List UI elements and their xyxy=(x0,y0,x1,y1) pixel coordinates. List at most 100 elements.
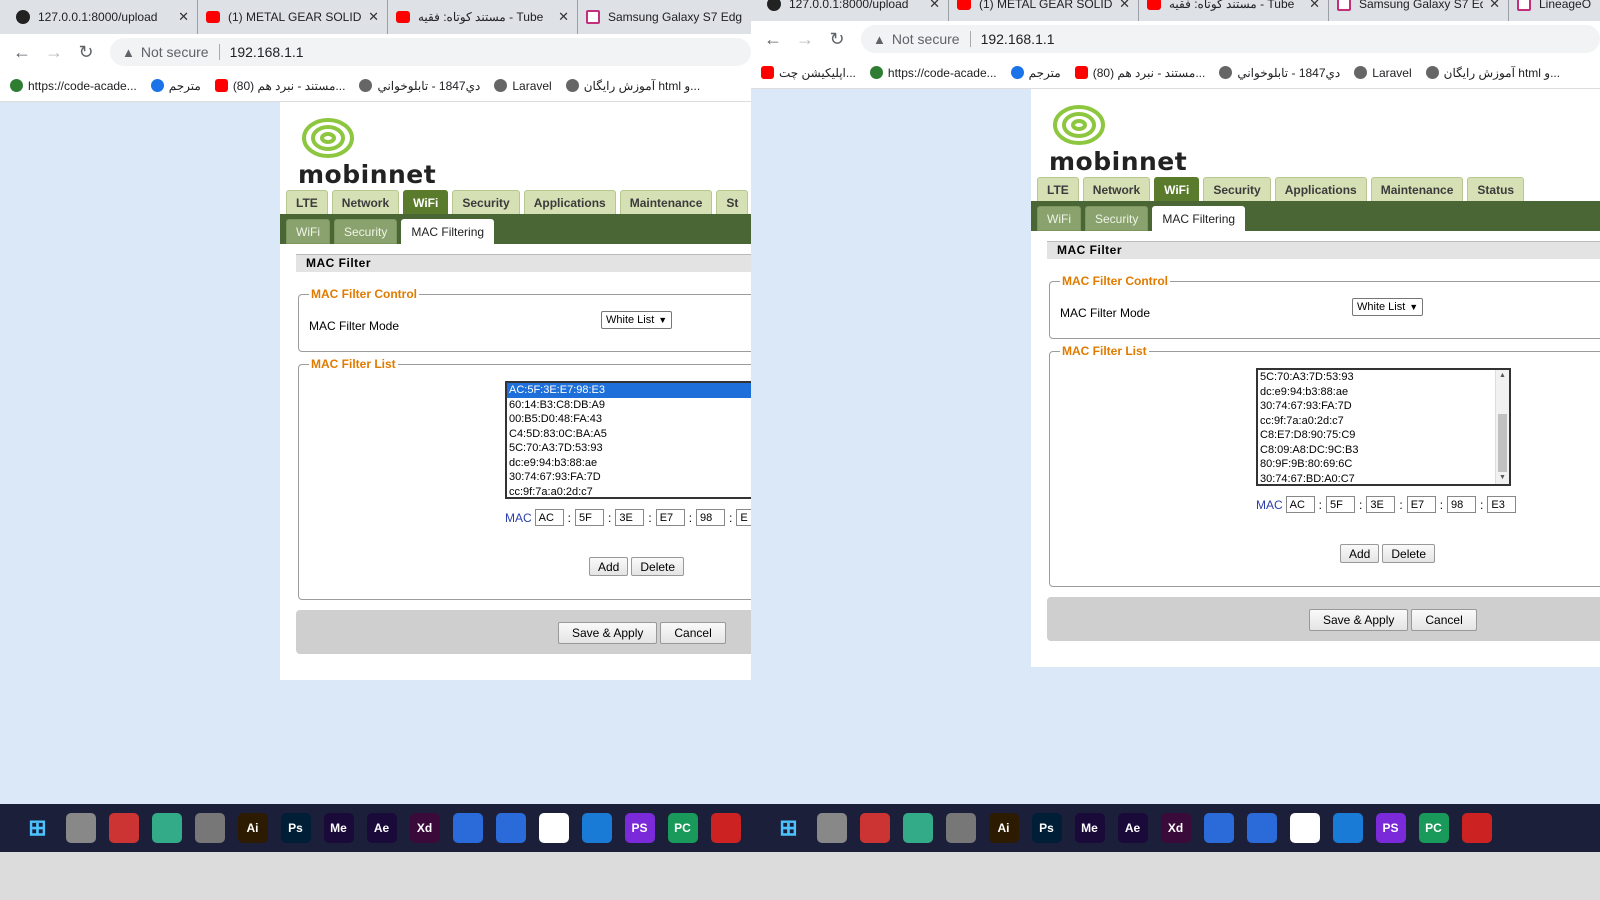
mail-icon[interactable] xyxy=(452,813,483,843)
list-item[interactable]: dc:e9:94:b3:88:ae xyxy=(1258,385,1509,400)
tab-applications[interactable]: Applications xyxy=(1274,177,1367,201)
illustrator-icon[interactable]: Ai xyxy=(237,813,268,843)
list-item[interactable]: 30:74:67:93:FA:7D xyxy=(507,470,751,485)
mac-octet-input[interactable]: 3E xyxy=(1366,496,1396,513)
mac-octet-input[interactable]: AC xyxy=(1285,496,1315,513)
url-text[interactable]: 192.168.1.1 xyxy=(230,44,304,60)
app-icon[interactable] xyxy=(108,813,139,843)
tab-wifi[interactable]: WiFi xyxy=(403,190,449,214)
mac-octet-input[interactable]: E7 xyxy=(1406,496,1436,513)
list-item[interactable]: 5C:70:A3:7D:53:93 xyxy=(507,441,751,456)
phpstorm-icon[interactable]: PS xyxy=(624,813,655,843)
scroll-down-icon[interactable]: ▼ xyxy=(1496,472,1509,484)
list-item[interactable]: 60:14:B3:C8:DB:A9 xyxy=(507,398,751,413)
illustrator-icon[interactable]: Ai xyxy=(988,813,1019,843)
tab-status[interactable]: St xyxy=(716,190,749,214)
tab-status[interactable]: Status xyxy=(1467,177,1525,201)
subtab-mac-filtering[interactable]: MAC Filtering xyxy=(1152,206,1246,231)
tab-applications[interactable]: Applications xyxy=(523,190,616,214)
tab-maintenance[interactable]: Maintenance xyxy=(619,190,713,214)
cancel-button[interactable]: Cancel xyxy=(1411,609,1477,631)
mac-octet-input[interactable]: E3 xyxy=(1487,496,1517,513)
back-icon[interactable]: ← xyxy=(6,42,38,63)
url-text[interactable]: 192.168.1.1 xyxy=(981,31,1055,47)
bookmark[interactable]: مترجم xyxy=(1010,66,1061,80)
windows-start-icon[interactable]: ⊞ xyxy=(23,813,53,843)
xd-icon[interactable]: Xd xyxy=(1160,813,1191,843)
bookmark[interactable]: https://code-acade... xyxy=(869,66,997,80)
tab-wifi[interactable]: WiFi xyxy=(1154,177,1200,201)
mac-octet-input[interactable]: 3E xyxy=(615,509,645,526)
calculator-icon[interactable] xyxy=(945,813,976,843)
browser-tab[interactable]: مستند کوتاه: فقیه - Tube ✕ xyxy=(1139,0,1329,21)
delete-button[interactable]: Delete xyxy=(631,557,685,576)
forward-icon[interactable]: → xyxy=(38,42,70,63)
task-view-icon[interactable] xyxy=(65,813,96,843)
bookmark[interactable]: (80) مستند - نبرد هم... xyxy=(1074,66,1205,80)
tab-security[interactable]: Security xyxy=(1203,177,1271,201)
warning-icon[interactable]: ▲ xyxy=(122,45,135,60)
mac-octet-input[interactable]: 5F xyxy=(575,509,605,526)
subtab-security[interactable]: Security xyxy=(1085,206,1149,231)
pycharm-icon[interactable]: PC xyxy=(667,813,698,843)
scroll-thumb[interactable] xyxy=(1498,414,1507,472)
tab-network[interactable]: Network xyxy=(331,190,400,214)
list-item[interactable]: AC:5F:3E:E7:98:E3 xyxy=(507,383,751,398)
mac-octet-input[interactable]: 5F xyxy=(1326,496,1356,513)
close-icon[interactable]: ✕ xyxy=(558,9,569,25)
list-item[interactable]: cc:9f:7a:a0:2d:c7 xyxy=(1258,414,1509,429)
tab-lte[interactable]: LTE xyxy=(286,190,328,214)
vscode-icon[interactable] xyxy=(581,813,612,843)
close-icon[interactable]: ✕ xyxy=(178,9,189,25)
xd-icon[interactable]: Xd xyxy=(409,813,440,843)
browser-tab[interactable]: LineageO xyxy=(1509,0,1600,21)
list-item[interactable]: C8:E7:D8:90:75:C9 xyxy=(1258,428,1509,443)
browser-tab[interactable]: 127.0.0.1:8000/upload ✕ xyxy=(759,0,949,21)
list-item[interactable]: 5C:70:A3:7D:53:93 xyxy=(1258,370,1509,385)
subtab-wifi[interactable]: WiFi xyxy=(286,219,330,244)
browser-tab[interactable]: 127.0.0.1:8000/upload ✕ xyxy=(8,0,198,34)
app-icon[interactable] xyxy=(902,813,933,843)
mac-listbox[interactable]: 5C:70:A3:7D:53:93 dc:e9:94:b3:88:ae 30:7… xyxy=(1256,368,1511,486)
tab-lte[interactable]: LTE xyxy=(1037,177,1079,201)
bookmark[interactable]: آموزش رایگان html و... xyxy=(565,79,700,93)
mode-select[interactable]: White List ▼ xyxy=(1352,298,1424,316)
calculator-icon[interactable] xyxy=(194,813,225,843)
add-button[interactable]: Add xyxy=(1340,544,1380,563)
app-icon[interactable] xyxy=(151,813,182,843)
save-apply-button[interactable]: Save & Apply xyxy=(1309,609,1409,631)
bookmark[interactable]: (80) مستند - نبرد هم... xyxy=(214,79,345,93)
scroll-up-icon[interactable]: ▲ xyxy=(1496,370,1509,382)
bookmark[interactable]: https://code-acade... xyxy=(10,79,137,93)
close-icon[interactable]: ✕ xyxy=(368,9,379,25)
bookmark[interactable]: Laravel xyxy=(1354,66,1412,80)
after-effects-icon[interactable]: Ae xyxy=(1117,813,1148,843)
list-item[interactable]: 00:B5:D0:48:FA:43 xyxy=(507,412,751,427)
browser-tab[interactable]: (1) METAL GEAR SOLID ✕ xyxy=(198,0,388,34)
chrome-icon[interactable] xyxy=(1246,813,1277,843)
after-effects-icon[interactable]: Ae xyxy=(366,813,397,843)
close-icon[interactable]: ✕ xyxy=(1119,0,1130,12)
task-view-icon[interactable] xyxy=(816,813,847,843)
windows-start-icon[interactable]: ⊞ xyxy=(774,813,804,843)
app-icon[interactable] xyxy=(1461,813,1492,843)
listbox-scrollbar[interactable]: ▲ ▼ xyxy=(1495,370,1509,484)
list-item[interactable]: cc:9f:7a:a0:2d:c7 xyxy=(507,485,751,498)
mode-select[interactable]: White List ▼ xyxy=(601,311,673,329)
back-icon[interactable]: ← xyxy=(757,29,789,50)
list-item[interactable]: dc:e9:94:b3:88:ae xyxy=(507,456,751,471)
reload-icon[interactable]: ↻ xyxy=(70,42,102,63)
photoshop-icon[interactable]: Ps xyxy=(280,813,311,843)
tab-network[interactable]: Network xyxy=(1082,177,1151,201)
app-icon[interactable] xyxy=(1289,813,1320,843)
list-item[interactable]: C8:09:A8:DC:9C:B3 xyxy=(1258,443,1509,458)
cancel-button[interactable]: Cancel xyxy=(660,622,726,644)
vscode-icon[interactable] xyxy=(1332,813,1363,843)
media-encoder-icon[interactable]: Me xyxy=(1074,813,1105,843)
subtab-wifi[interactable]: WiFi xyxy=(1037,206,1081,231)
list-item[interactable]: 80:9F:9B:80:69:6C xyxy=(1258,457,1509,472)
browser-tab[interactable]: (1) METAL GEAR SOLID ✕ xyxy=(949,0,1139,21)
delete-button[interactable]: Delete xyxy=(1382,544,1436,563)
bookmark[interactable]: مترجم xyxy=(150,79,201,93)
subtab-security[interactable]: Security xyxy=(334,219,398,244)
